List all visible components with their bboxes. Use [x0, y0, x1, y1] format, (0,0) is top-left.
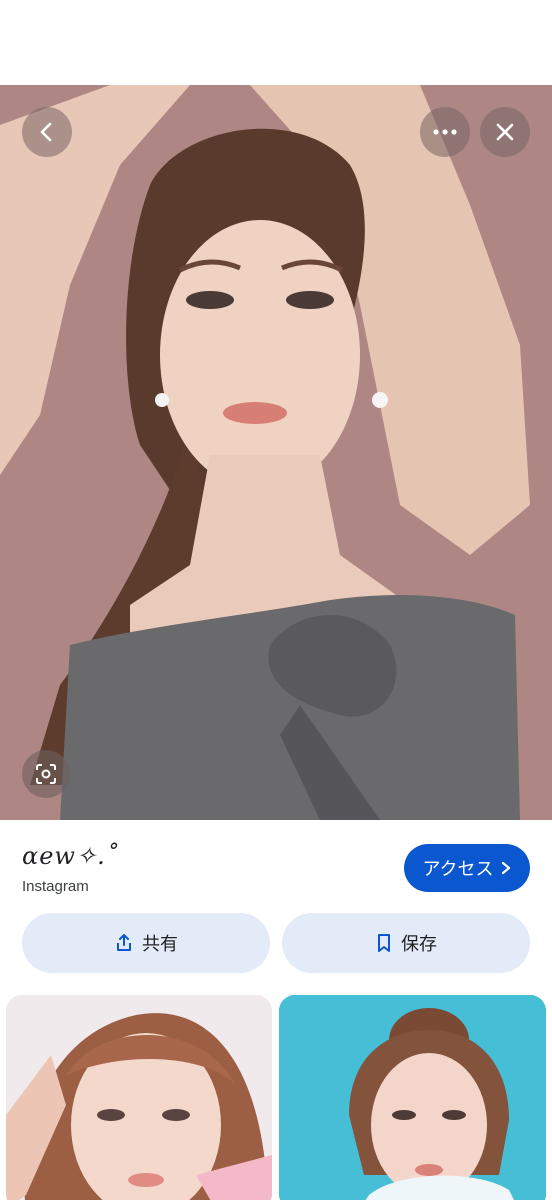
share-icon [117, 934, 131, 951]
close-button[interactable] [480, 107, 530, 157]
more-horizontal-icon [433, 129, 457, 135]
result-info-panel: ɑew✧.˚ Instagram アクセス 共有 保存 [0, 820, 552, 995]
visit-button-label: アクセス [422, 859, 494, 879]
back-button[interactable] [22, 107, 72, 157]
related-image-2[interactable] [279, 995, 546, 1200]
bookmark-icon [378, 934, 390, 952]
source-name: Instagram [22, 878, 89, 895]
save-button[interactable]: 保存 [282, 913, 530, 973]
visit-button[interactable]: アクセス [404, 844, 530, 892]
lens-search-button[interactable] [22, 750, 70, 798]
related-image-2-picture [279, 995, 546, 1200]
main-image [0, 85, 552, 820]
share-button-label: 共有 [142, 934, 178, 954]
source-title: ɑew✧.˚ [22, 842, 119, 870]
close-icon [496, 123, 514, 141]
chevron-left-icon [40, 122, 52, 142]
related-images-grid [0, 995, 552, 1200]
chevron-right-icon [501, 861, 510, 875]
main-image-viewer[interactable] [0, 85, 552, 820]
share-button[interactable]: 共有 [22, 913, 270, 973]
related-image-1[interactable] [6, 995, 272, 1200]
lens-icon [36, 764, 56, 784]
image-viewer-page: ɑew✧.˚ Instagram アクセス 共有 保存 [0, 0, 552, 1200]
related-image-1-picture [6, 995, 272, 1200]
save-button-label: 保存 [401, 934, 437, 954]
more-options-button[interactable] [420, 107, 470, 157]
